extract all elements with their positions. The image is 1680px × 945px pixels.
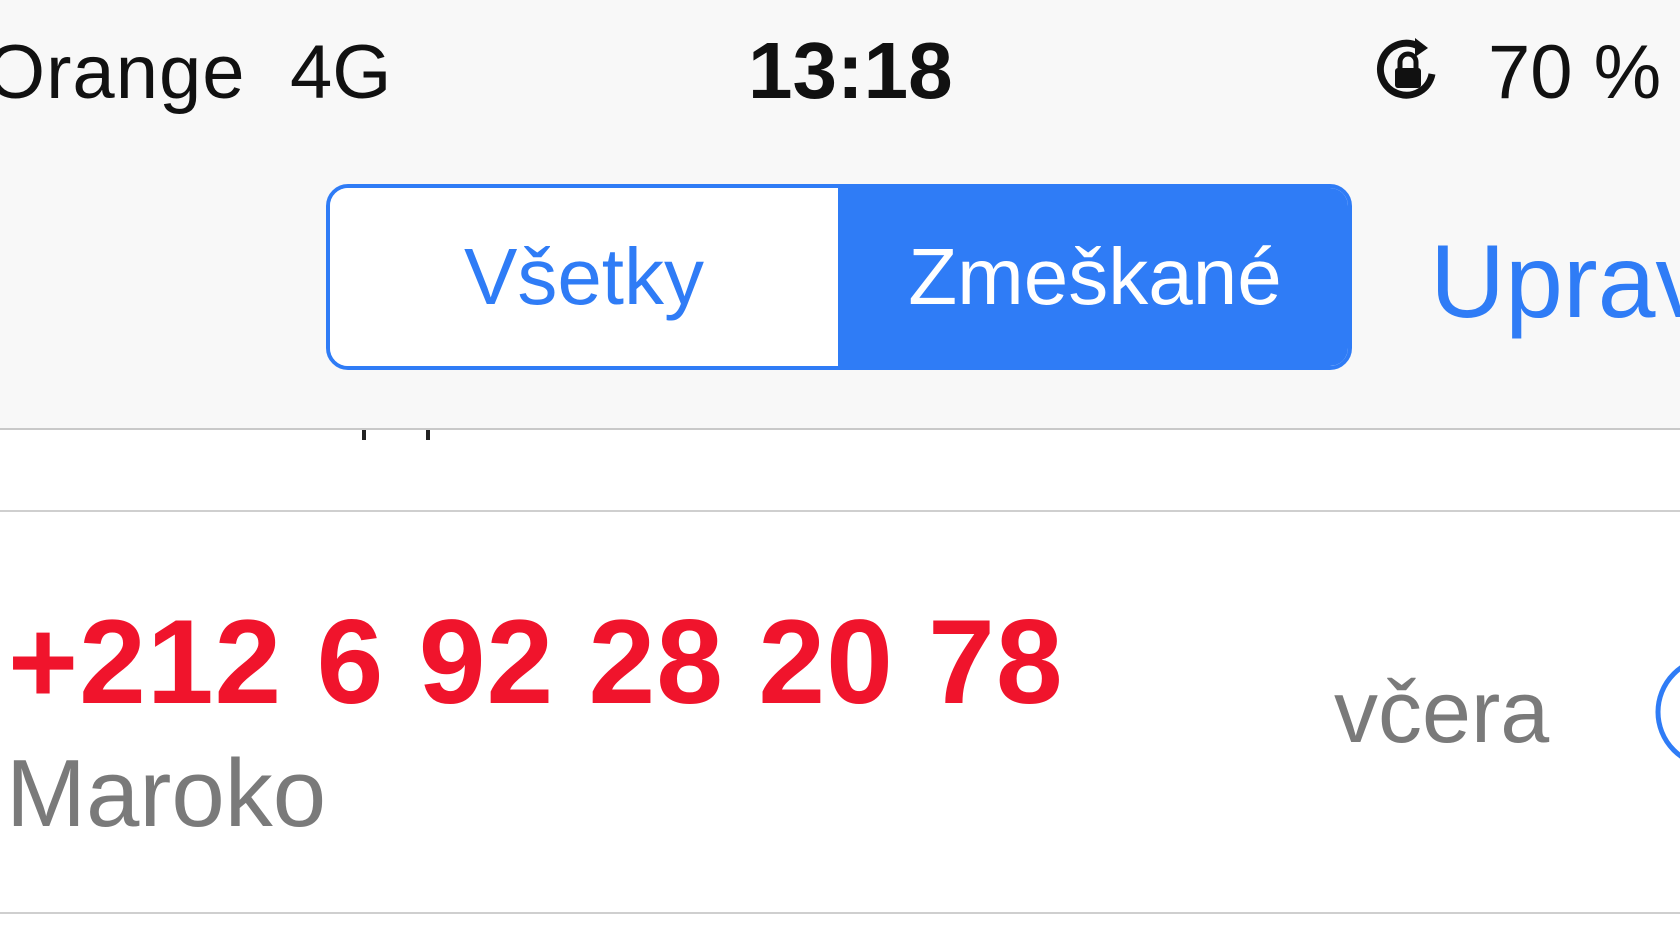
rotation-lock-icon bbox=[1376, 38, 1436, 99]
row-separator bbox=[0, 510, 1680, 512]
navigation-header: Orange 4G 13:18 70 % Všetky Zmeškané Upr… bbox=[0, 0, 1680, 430]
edit-button[interactable]: Upraviť bbox=[1430, 222, 1680, 342]
call-location: Maroko bbox=[6, 740, 327, 847]
phone-recents-screen: Orange 4G 13:18 70 % Všetky Zmeškané Upr… bbox=[0, 0, 1680, 945]
segment-all[interactable]: Všetky bbox=[330, 188, 842, 366]
status-time: 13:18 bbox=[748, 26, 953, 115]
segment-missed[interactable]: Zmeškané bbox=[842, 188, 1348, 366]
info-icon[interactable] bbox=[1652, 652, 1680, 772]
row-separator bbox=[0, 912, 1680, 914]
carrier-name: Orange bbox=[0, 30, 246, 115]
call-number: +212 6 92 28 20 78 bbox=[8, 595, 1064, 729]
call-filter-segmented-control: Všetky Zmeškané bbox=[326, 184, 1352, 370]
call-time: včera bbox=[1334, 662, 1550, 761]
scroll-tick-mark bbox=[362, 430, 366, 440]
battery-percentage: 70 % bbox=[1488, 30, 1662, 115]
network-type: 4G bbox=[290, 30, 392, 115]
scroll-tick-mark bbox=[426, 430, 430, 440]
